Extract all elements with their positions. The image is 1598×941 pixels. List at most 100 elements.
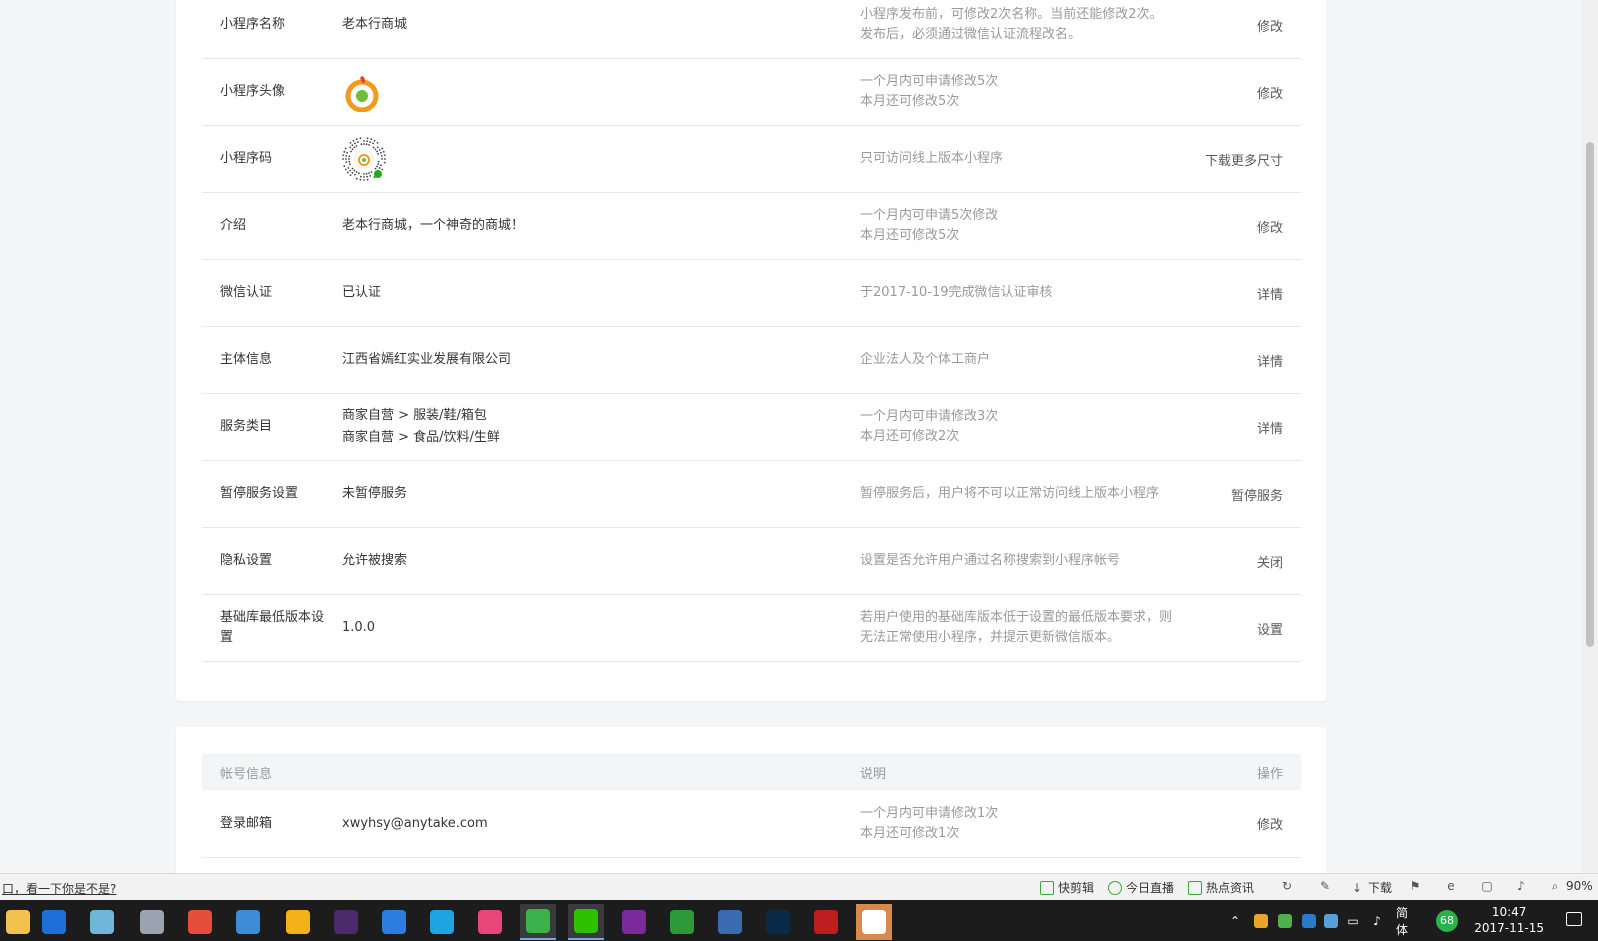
modify-email-button[interactable]: 修改 (1257, 814, 1283, 833)
clock-date: 2017-11-15 (1474, 921, 1544, 935)
settings-row: 基础库最低版本设置 1.0.0 若用户使用的基础库版本低于设置的最低版本要求，则 无法… (202, 595, 1301, 662)
taskbar-app-wechat-devtool[interactable] (856, 904, 892, 940)
desc-line: 本月还可修改2次 (860, 429, 960, 444)
row-action-button[interactable]: 关闭 (1257, 552, 1283, 571)
desc-line: 小程序发布前，可修改2次名称。当前还能修改2次。 (860, 7, 1163, 22)
taskbar-app-notes[interactable] (84, 904, 120, 940)
row-desc: 小程序发布前，可修改2次名称。当前还能修改2次。 发布后，必须通过微信认证流程改名… (860, 5, 1180, 45)
ie-icon: e (1447, 879, 1455, 893)
ime-indicator[interactable]: 简体 (1396, 904, 1408, 938)
statusbar-flag[interactable]: ⚑ (1408, 879, 1422, 893)
settings-row: 暂停服务设置 未暂停服务 暂停服务后，用户将不可以正常访问线上版本小程序 暂停服务 (202, 461, 1301, 528)
row-value: 老本行商城 (342, 17, 408, 32)
tray-badge[interactable]: 68 (1436, 909, 1458, 932)
row-desc: 只可访问线上版本小程序 (860, 149, 1180, 169)
status-link[interactable]: 口，看一下你是不是? (2, 880, 116, 897)
row-desc: 于2017-10-19完成微信认证审核 (860, 283, 1180, 303)
statusbar-refresh[interactable]: ↻ (1280, 879, 1294, 893)
scrollbar-thumb[interactable] (1586, 142, 1594, 647)
row-action-button[interactable]: 设置 (1257, 619, 1283, 638)
onenote-icon (622, 910, 646, 934)
notes-icon (90, 910, 114, 934)
avatar[interactable] (342, 72, 382, 112)
tray-y-icon[interactable] (1302, 913, 1316, 928)
zoom-icon: ⌕ (1551, 879, 1559, 893)
desc-line: 一个月内可申请修改1次 (860, 805, 999, 821)
desc-line: 一个月内可申请5次修改 (860, 208, 999, 223)
tray-app-icon[interactable] (1254, 913, 1268, 928)
taskbar-app-k-app[interactable] (376, 904, 412, 940)
statusbar-item-clip[interactable]: 快剪辑 (1040, 879, 1094, 896)
row-label: 小程序码 (220, 151, 273, 166)
row-action-button[interactable]: 详情 (1257, 418, 1283, 437)
page-content: 小程序名称 老本行商城 小程序发布前，可修改2次名称。当前还能修改2次。 发布后，必须… (0, 0, 1598, 873)
network-icon[interactable]: ▭ (1346, 914, 1360, 928)
taskbar-app-remote[interactable] (712, 904, 748, 940)
taskbar-app-color-wheel[interactable] (472, 904, 508, 940)
row-desc: 一个月内可申请5次修改 本月还可修改5次 (860, 206, 1180, 246)
statusbar-window[interactable]: ▢ (1480, 879, 1494, 893)
row-action-button[interactable]: 详情 (1257, 284, 1283, 303)
row-desc: 企业法人及个体工商户 (860, 350, 1180, 370)
news-icon (1188, 880, 1202, 895)
action-center-icon[interactable] (1566, 912, 1582, 926)
taskbar-app-filezilla[interactable] (808, 904, 844, 940)
row-action-button[interactable]: 修改 (1257, 217, 1283, 236)
row-action-button[interactable]: 修改 (1257, 16, 1283, 35)
taskbar-app-file-explorer[interactable] (0, 904, 36, 940)
desc-line: 一个月内可申请修改3次 (860, 409, 999, 424)
row-action-button[interactable]: 详情 (1257, 351, 1283, 370)
desc-line: 一个月内可申请修改5次 (860, 74, 999, 89)
premiere-icon (334, 910, 358, 934)
header-account-info: 帐号信息 (220, 767, 273, 782)
row-label: 小程序名称 (220, 17, 286, 32)
row-desc: 若用户使用的基础库版本低于设置的最低版本要求，则 无法正常使用小程序，并提示更新微… (860, 608, 1180, 648)
row-value: 允许被搜索 (342, 553, 408, 568)
row-action-button[interactable]: 暂停服务 (1231, 485, 1283, 504)
taskbar-app-green-browser[interactable] (520, 904, 556, 940)
taskbar-app-photoshop[interactable] (760, 904, 796, 940)
tray-expand-icon[interactable]: ⌃ (1228, 914, 1242, 928)
row-value: 老本行商城，一个神奇的商城！ (342, 218, 525, 233)
system-clock[interactable]: 10:47 2017-11-15 (1474, 904, 1544, 936)
row-value: 已认证 (342, 285, 382, 300)
settings-row: 主体信息 江西省嫣红实业发展有限公司 企业法人及个体工商户 详情 (202, 327, 1301, 394)
account-table-header: 帐号信息 说明 操作 (202, 754, 1301, 790)
taskbar-app-browser[interactable] (424, 904, 460, 940)
statusbar-zoom[interactable]: ⌕ 90% (1548, 879, 1593, 893)
statusbar-download[interactable]: ↓ 下载 (1350, 879, 1392, 896)
taskbar-app-premiere[interactable] (328, 904, 364, 940)
speaker-icon[interactable]: ♪ (1370, 914, 1384, 928)
row-value: 1.0.0 (342, 620, 376, 635)
statusbar-item-label: 热点资讯 (1206, 881, 1255, 895)
taskbar-app-wechat[interactable] (568, 904, 604, 940)
statusbar-item-label: 下载 (1368, 881, 1393, 895)
desc-line: 暂停服务后，用户将不可以正常访问线上版本小程序 (860, 486, 1160, 501)
row-action-button[interactable]: 修改 (1257, 83, 1283, 102)
refresh-icon: ↻ (1281, 879, 1293, 893)
taskbar-app-fox[interactable] (280, 904, 316, 940)
taskbar-app-chrome[interactable] (182, 904, 218, 940)
taskbar-app-edge[interactable] (36, 904, 72, 940)
statusbar-ie[interactable]: e (1444, 879, 1458, 893)
vertical-scrollbar[interactable] (1581, 0, 1598, 873)
service-category: 商家自营 > 食品/饮料/生鲜 (342, 430, 500, 445)
desc-line: 于2017-10-19完成微信认证审核 (860, 285, 1053, 300)
statusbar-volume[interactable]: ♪ (1514, 879, 1528, 893)
desc-line: 若用户使用的基础库版本低于设置的最低版本要求，则 (860, 610, 1173, 625)
taskbar-app-onenote[interactable] (616, 904, 652, 940)
taskbar-app-mail[interactable] (230, 904, 266, 940)
taskbar-app-green-app[interactable] (664, 904, 700, 940)
mini-program-settings-card: 小程序名称 老本行商城 小程序发布前，可修改2次名称。当前还能修改2次。 发布后，必须… (176, 0, 1326, 701)
windows-taskbar: ⌃ ▭ ♪ 简体 68 10:47 2017-11-15 (0, 900, 1598, 941)
statusbar-pin[interactable]: ✎ (1318, 879, 1332, 893)
statusbar-item-live[interactable]: 今日直播 (1108, 879, 1174, 896)
mini-program-code[interactable] (342, 137, 386, 181)
row-action-button[interactable]: 下载更多尺寸 (1205, 150, 1283, 169)
tray-shield-icon[interactable] (1324, 913, 1338, 928)
service-category: 商家自营 > 服装/鞋/箱包 (342, 408, 487, 423)
statusbar-item-news[interactable]: 热点资讯 (1188, 879, 1254, 896)
taskbar-app-printer[interactable] (134, 904, 170, 940)
tray-wechat-icon[interactable] (1278, 913, 1292, 928)
desc-line: 无法正常使用小程序，并提示更新微信版本。 (860, 630, 1121, 645)
